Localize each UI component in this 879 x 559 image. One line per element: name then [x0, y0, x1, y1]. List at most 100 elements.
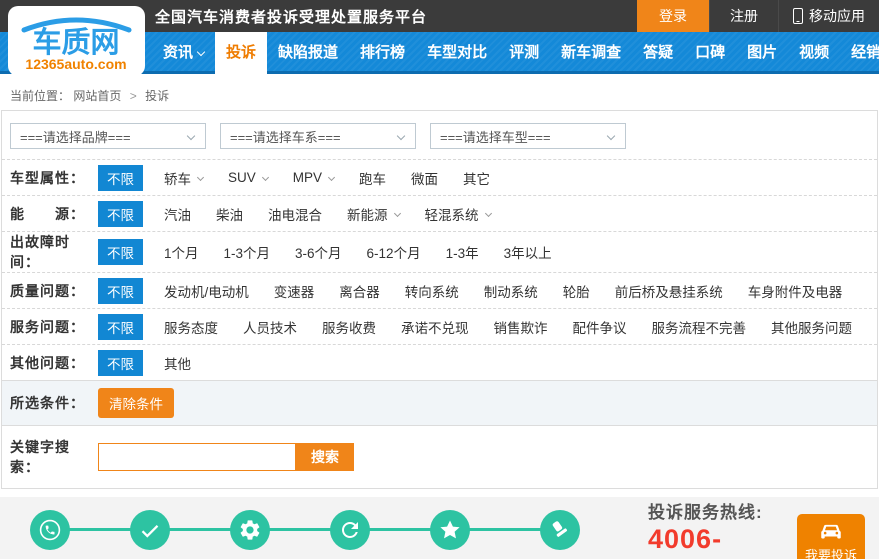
filter-rows: 车型属性：不限轿车SUVMPV跑车微面其它能 源：不限汽油柴油油电混合新能源轻混… [2, 159, 877, 380]
filter-option-selected[interactable]: 不限 [98, 278, 143, 304]
filter-option[interactable]: MPV [293, 170, 334, 185]
site-logo[interactable]: 车质网 12365auto.com [8, 6, 145, 76]
filter-option[interactable]: 配件争议 [573, 317, 627, 337]
nav-item[interactable]: 视频 [788, 32, 840, 74]
mobile-app-button[interactable]: 移动应用 [778, 0, 879, 32]
filter-row-label: 出故障时间： [10, 232, 98, 272]
register-button[interactable]: 注册 [709, 0, 778, 32]
search-button[interactable]: 搜索 [296, 443, 354, 471]
filter-option[interactable]: 跑车 [359, 168, 386, 188]
series-select[interactable]: ===请选择车系=== [220, 123, 416, 149]
filter-option[interactable]: 其他 [164, 353, 191, 373]
filter-option[interactable]: 新能源 [347, 204, 400, 224]
keyword-search-input[interactable] [98, 443, 296, 471]
nav-list: 资讯投诉缺陷报道排行榜车型对比评测新车调查答疑口碑图片视频经销商点评论坛 [152, 32, 879, 74]
filter-option[interactable]: 变速器 [274, 281, 315, 301]
gear-icon [230, 510, 270, 550]
filter-option[interactable]: 销售欺诈 [494, 317, 548, 337]
breadcrumb-home-link[interactable]: 网站首页 [73, 89, 121, 103]
login-button[interactable]: 登录 [637, 0, 709, 32]
select-value: ===请选择车系=== [230, 127, 341, 146]
breadcrumb-current: 投诉 [145, 89, 169, 103]
nav-item[interactable]: 排行榜 [349, 32, 416, 74]
logo-domain: 12365auto.com [25, 56, 126, 72]
filter-option[interactable]: 1-3个月 [224, 242, 271, 262]
nav-item[interactable]: 投诉 [215, 32, 267, 74]
filter-row-label: 能 源： [10, 204, 98, 224]
process-step: 完成 / 再投诉 [500, 510, 620, 559]
filter-row: 车型属性：不限 轿车 SUV MPV 跑车 微面 其它 [2, 159, 877, 195]
filter-option[interactable]: 制动系统 [484, 281, 538, 301]
process-steps: 用户投诉信息审核厂家受理处理反馈用户评分完成 / 再投诉 [0, 497, 620, 559]
filter-option[interactable]: 人员技术 [243, 317, 297, 337]
filter-panel: ===请选择品牌======请选择车系======请选择车型=== 车型属性：不… [1, 110, 878, 489]
filter-row: 出故障时间：不限 1个月 1-3个月 3-6个月 6-12个月 1-3年 3年以上 [2, 231, 877, 272]
nav-item[interactable]: 资讯 [152, 32, 215, 74]
filter-option[interactable]: 柴油 [216, 204, 243, 224]
brand-select[interactable]: ===请选择品牌=== [10, 123, 206, 149]
filter-row: 服务问题：不限服务态度人员技术服务收费承诺不兑现销售欺诈配件争议服务流程不完善其… [2, 308, 877, 344]
filter-option[interactable]: 车身附件及电器 [748, 281, 843, 301]
process-step: 用户评分 [400, 510, 500, 559]
nav-item[interactable]: 口碑 [684, 32, 736, 74]
clear-conditions-button[interactable]: 清除条件 [98, 388, 174, 418]
filter-row-label: 其他问题： [10, 353, 98, 373]
model-select[interactable]: ===请选择车型=== [430, 123, 626, 149]
nav-item[interactable]: 答疑 [632, 32, 684, 74]
chevron-down-icon [197, 48, 205, 56]
filter-option[interactable]: 发动机/电动机 [164, 281, 249, 301]
chevron-down-icon [607, 132, 615, 140]
chevron-down-icon [484, 210, 491, 217]
filter-option[interactable]: 汽油 [164, 204, 191, 224]
filter-option[interactable]: 离合器 [339, 281, 380, 301]
site-title: 全国汽车消费者投诉受理处置服务平台 [155, 6, 427, 27]
hotline-number: 4006-12365-0 [648, 524, 797, 559]
chevron-down-icon [397, 132, 405, 140]
filter-option[interactable]: 其他服务问题 [771, 317, 852, 337]
filter-row: 能 源：不限 汽油 柴油 油电混合 新能源 轻混系统 [2, 195, 877, 231]
mobile-phone-icon [793, 8, 803, 24]
filter-option-selected[interactable]: 不限 [98, 165, 143, 191]
filter-option[interactable]: 1个月 [164, 242, 199, 262]
filter-option[interactable]: 油电混合 [268, 204, 322, 224]
filter-option[interactable]: 服务态度 [164, 317, 218, 337]
filter-option[interactable]: 承诺不兑现 [401, 317, 469, 337]
filter-option-selected[interactable]: 不限 [98, 350, 143, 376]
process-step: 信息审核 [100, 510, 200, 559]
filter-option[interactable]: 转向系统 [405, 281, 459, 301]
vehicle-select-row: ===请选择品牌=== ===请选择车系=== ===请选择车型=== [2, 111, 877, 159]
nav-item[interactable]: 新车调查 [550, 32, 632, 74]
filter-row: 质量问题：不限 发动机/电动机 变速器 离合器 转向系统 制动系统 轮胎 前后桥及悬挂系统 车身… [2, 272, 877, 308]
nav-item[interactable]: 图片 [736, 32, 788, 74]
filter-row-label: 质量问题： [10, 281, 98, 301]
select-value: ===请选择品牌=== [20, 127, 131, 146]
nav-item[interactable]: 评测 [498, 32, 550, 74]
complaint-button[interactable]: 我要投诉 [797, 514, 865, 559]
filter-option-selected[interactable]: 不限 [98, 201, 143, 227]
filter-option[interactable]: 1-3年 [446, 242, 479, 262]
filter-option[interactable]: 其它 [463, 168, 490, 188]
filter-option[interactable]: 服务流程不完善 [652, 317, 747, 337]
filter-option[interactable]: 6-12个月 [367, 242, 421, 262]
filter-option[interactable]: 前后桥及悬挂系统 [615, 281, 723, 301]
nav-item[interactable]: 缺陷报道 [267, 32, 349, 74]
filter-option-selected[interactable]: 不限 [98, 239, 143, 265]
filter-option[interactable]: 3年以上 [504, 242, 552, 262]
filter-option[interactable]: 服务收费 [322, 317, 376, 337]
nav-item[interactable]: 经销商点评 [840, 32, 879, 74]
nav-item[interactable]: 车型对比 [416, 32, 498, 74]
filter-option-selected[interactable]: 不限 [98, 314, 143, 340]
filter-option[interactable]: 微面 [411, 168, 438, 188]
filter-option[interactable]: 轮胎 [563, 281, 590, 301]
selected-conditions-row: 所选条件： 清除条件 [2, 380, 877, 426]
chevron-down-icon [197, 174, 204, 181]
logo-graphic: 车质网 12365auto.com [8, 6, 145, 76]
filter-row-label: 车型属性： [10, 168, 98, 188]
chevron-down-icon [187, 132, 195, 140]
breadcrumb-separator: > [130, 89, 137, 103]
filter-option[interactable]: 轿车 [164, 168, 203, 188]
filter-option[interactable]: SUV [228, 170, 268, 185]
complaint-button-label: 我要投诉 [805, 545, 857, 559]
filter-option[interactable]: 3-6个月 [295, 242, 342, 262]
filter-option[interactable]: 轻混系统 [425, 204, 491, 224]
